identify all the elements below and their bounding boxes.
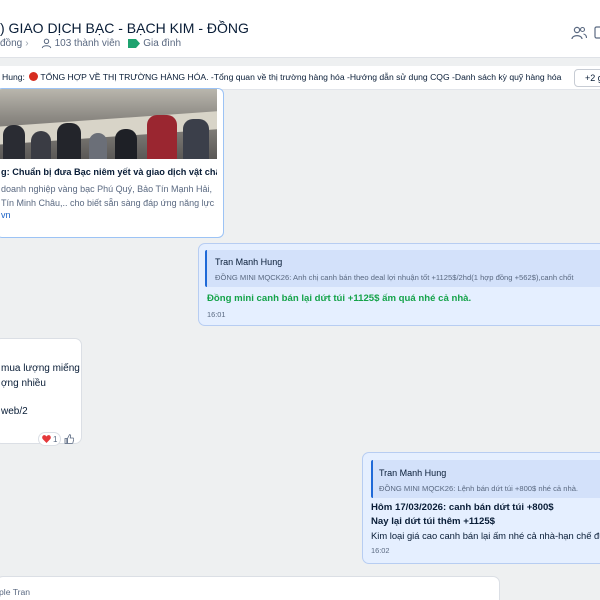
thumbs-up-icon[interactable]	[64, 434, 75, 444]
group-add-icon[interactable]	[571, 26, 587, 40]
quoted-author: Tran Manh Hung	[215, 257, 283, 267]
quoted-author: Tran Manh Hung	[379, 468, 447, 478]
message-line: Nay lại dứt túi thêm +1125$	[371, 516, 495, 527]
link-title: g: Chuẩn bị đưa Bạc niêm yết và giao dịc…	[1, 167, 217, 177]
message-bubble-incoming[interactable]: mua lượng miếng ợng nhiều web/2	[0, 338, 82, 444]
pinned-message-bar[interactable]: Hung: TỔNG HỢP VỀ THỊ TRƯỜNG HÀNG HÓA. -…	[0, 66, 600, 90]
message-line: ợng nhiều	[1, 378, 46, 389]
pinned-text: Hung: TỔNG HỢP VỀ THỊ TRƯỜNG HÀNG HÓA. -…	[2, 72, 562, 82]
sender-name[interactable]: ple Tran	[0, 587, 30, 597]
message-line: Hôm 17/03/2026: canh bán dứt túi +800$	[371, 502, 554, 513]
group-meta: đồng › 103 thành viên Gia đình	[0, 38, 189, 49]
message-bubble[interactable]: Tran Manh Hung ĐỒNG MINI MQCK26: Anh chị…	[198, 243, 600, 326]
quoted-reply[interactable]: Tran Manh Hung ĐỒNG MINI MQCK26: Anh chị…	[205, 250, 600, 287]
quoted-text: ĐỒNG MINI MQCK26: Lệnh bán dứt túi +800$…	[379, 484, 579, 493]
message-text: Đồng mini canh bán lại dứt túi +1125$ ấm…	[207, 293, 472, 304]
tag-label: Gia đình	[143, 38, 182, 49]
message-line: mua lượng miếng	[1, 363, 80, 374]
reaction-bar: 1	[38, 432, 78, 446]
message-time: 16:02	[371, 546, 390, 555]
community-label[interactable]: đồng	[0, 38, 22, 49]
group-title[interactable]: ) GIAO DỊCH BẠC - BẠCH KIM - ĐỒNG	[0, 20, 249, 36]
pinned-author: Hung:	[2, 72, 25, 82]
person-icon	[41, 38, 51, 49]
message-bubble-incoming[interactable]: ple Tran	[0, 576, 500, 600]
link-description: doanh nghiệp vàng bạc Phú Quý, Bảo Tín M…	[1, 183, 215, 210]
link-domain[interactable]: vn	[1, 210, 11, 220]
quoted-reply[interactable]: Tran Manh Hung ĐỒNG MINI MQCK26: Lệnh bá…	[371, 460, 600, 498]
message-bubble[interactable]: Tran Manh Hung ĐỒNG MINI MQCK26: Lệnh bá…	[362, 452, 600, 564]
link-desc-line: Tín Minh Châu,.. cho biết sẵn sàng đáp ứ…	[1, 197, 215, 208]
link-desc-line: doanh nghiệp vàng bạc Phú Quý, Bảo Tín M…	[1, 184, 212, 194]
member-count: 103 thành viên	[54, 38, 121, 49]
members-link[interactable]: 103 thành viên	[41, 38, 121, 49]
reaction-count: 1	[53, 434, 58, 444]
reaction-chip[interactable]: 1	[38, 432, 62, 446]
pinned-content: TỔNG HỢP VỀ THỊ TRƯỜNG HÀNG HÓA. -Tổng q…	[40, 72, 562, 82]
red-circle-emoji	[29, 72, 39, 81]
chat-header: ) GIAO DỊCH BẠC - BẠCH KIM - ĐỒNG đồng ›…	[0, 0, 600, 58]
message-line: web/2	[1, 406, 28, 417]
link-preview-image	[0, 89, 217, 159]
tag-icon	[128, 39, 141, 48]
layout-icon[interactable]	[594, 26, 600, 40]
separator: ›	[25, 38, 29, 49]
link-preview-card[interactable]: g: Chuẩn bị đưa Bạc niêm yết và giao dịc…	[0, 88, 224, 238]
group-tag[interactable]: Gia đình	[128, 38, 181, 49]
message-line: Kim loại giá cao canh bán lại ấm nhé cả …	[371, 530, 600, 541]
heart-icon	[42, 435, 51, 443]
more-pins-button[interactable]: +2 g	[574, 69, 600, 87]
quoted-text: ĐỒNG MINI MQCK26: Anh chị canh bán theo …	[215, 273, 574, 282]
message-time: 16:01	[207, 310, 226, 319]
